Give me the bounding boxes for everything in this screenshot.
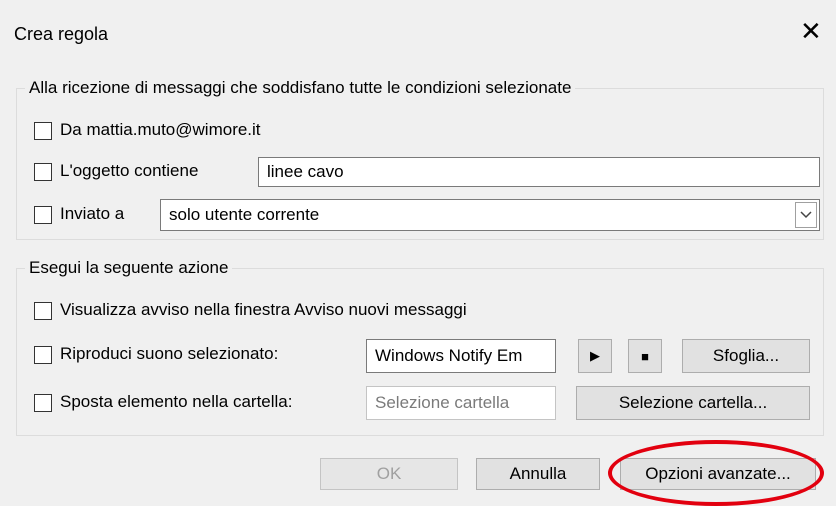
folder-input[interactable]: Selezione cartella bbox=[366, 386, 556, 420]
actions-legend: Esegui la seguente azione bbox=[29, 258, 229, 277]
conditions-legend: Alla ricezione di messaggi che soddisfan… bbox=[29, 78, 572, 97]
sent-to-select[interactable]: solo utente corrente bbox=[160, 199, 820, 231]
stop-icon: ■ bbox=[641, 348, 649, 364]
from-checkbox[interactable] bbox=[34, 122, 52, 140]
sound-label: Riproduci suono selezionato: bbox=[60, 344, 279, 363]
stop-button[interactable]: ■ bbox=[628, 339, 662, 373]
from-label: Da mattia.muto@wimore.it bbox=[60, 120, 261, 139]
sent-to-value: solo utente corrente bbox=[169, 205, 320, 224]
dialog-title: Crea regola bbox=[14, 24, 109, 44]
play-icon: ▶ bbox=[590, 348, 600, 363]
subject-label: L'oggetto contiene bbox=[60, 161, 199, 180]
chevron-down-icon[interactable] bbox=[795, 202, 817, 228]
alert-label: Visualizza avviso nella finestra Avviso … bbox=[60, 300, 467, 319]
advanced-options-button[interactable]: Opzioni avanzate... bbox=[620, 458, 816, 490]
subject-input[interactable]: linee cavo bbox=[258, 157, 820, 187]
select-folder-button[interactable]: Selezione cartella... bbox=[576, 386, 810, 420]
sent-to-label: Inviato a bbox=[60, 204, 125, 223]
move-checkbox[interactable] bbox=[34, 394, 52, 412]
browse-button[interactable]: Sfoglia... bbox=[682, 339, 810, 373]
move-label: Sposta elemento nella cartella: bbox=[60, 392, 293, 411]
play-button[interactable]: ▶ bbox=[578, 339, 612, 373]
sent-to-checkbox[interactable] bbox=[34, 206, 52, 224]
alert-checkbox[interactable] bbox=[34, 302, 52, 320]
sound-checkbox[interactable] bbox=[34, 346, 52, 364]
subject-checkbox[interactable] bbox=[34, 163, 52, 181]
ok-button[interactable]: OK bbox=[320, 458, 458, 490]
close-icon[interactable]: ✕ bbox=[800, 18, 822, 44]
cancel-button[interactable]: Annulla bbox=[476, 458, 600, 490]
sound-input[interactable]: Windows Notify Em bbox=[366, 339, 556, 373]
